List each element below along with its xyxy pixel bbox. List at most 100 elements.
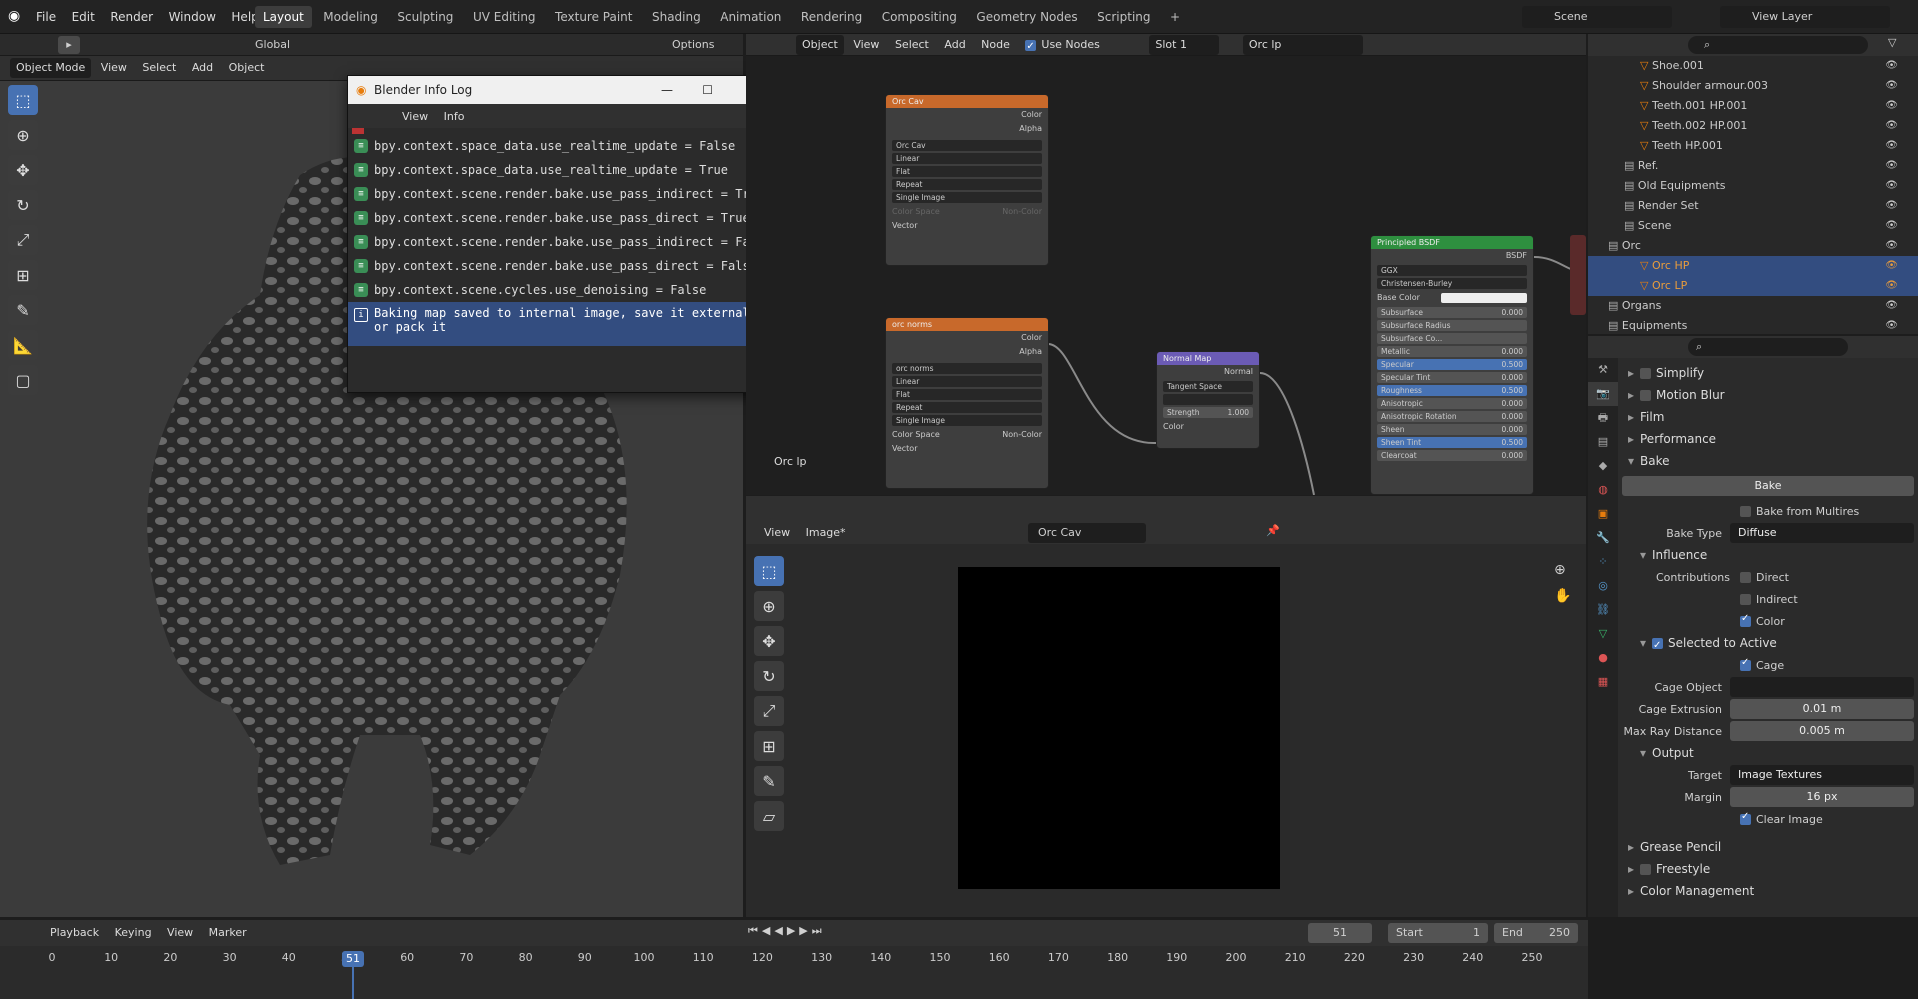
- outliner-item[interactable]: ▤ Organs 👁: [1588, 296, 1918, 316]
- timeline-menu-keying[interactable]: Keying: [109, 923, 158, 943]
- outliner-item[interactable]: ▽ Teeth.002 HP.001 👁: [1588, 116, 1918, 136]
- viewport-menu-view[interactable]: View: [95, 58, 133, 78]
- scale-icon[interactable]: ⤢: [8, 225, 38, 255]
- visibility-eye-icon[interactable]: 👁: [1885, 316, 1898, 336]
- tab-layout[interactable]: Layout: [255, 6, 312, 28]
- bake-from-multires-row[interactable]: Bake from Multires: [1622, 500, 1914, 522]
- annotate-icon[interactable]: ✎: [8, 295, 38, 325]
- object-tab-icon[interactable]: ▣: [1588, 502, 1618, 526]
- outliner[interactable]: ⌕ ▽ ▽ Shoe.001 👁 ▽ Shoulder armour.003 👁 ▽ T…: [1588, 34, 1918, 334]
- panel-motion-blur[interactable]: Motion Blur: [1622, 384, 1914, 406]
- space-dropdown[interactable]: Tangent Space: [1163, 381, 1253, 392]
- object-mode-dropdown[interactable]: Object Mode: [10, 58, 92, 78]
- add-workspace-button[interactable]: +: [1162, 6, 1188, 28]
- panel-influence[interactable]: Influence: [1634, 544, 1914, 566]
- outliner-item[interactable]: ▽ Orc HP 👁: [1588, 256, 1918, 276]
- data-tab-icon[interactable]: ▽: [1588, 622, 1618, 646]
- menu-edit[interactable]: Edit: [66, 0, 101, 34]
- transform-icon[interactable]: ⊞: [754, 731, 784, 761]
- target-dropdown[interactable]: Image Textures: [1730, 765, 1914, 785]
- log-row[interactable]: ≡ bpy.context.scene.render.bake.use_pass_…: [348, 254, 773, 278]
- clear-image-checkbox[interactable]: [1740, 811, 1751, 825]
- image-menu-image[interactable]: Image*: [800, 523, 852, 543]
- bsdf-row[interactable]: Subsurface Radius: [1377, 320, 1527, 331]
- bsdf-row[interactable]: Anisotropic 0.000: [1377, 398, 1527, 409]
- filter-icon[interactable]: ▽: [1888, 36, 1896, 49]
- visibility-eye-icon[interactable]: 👁: [1885, 236, 1898, 256]
- selected-to-active-checkbox[interactable]: [1652, 635, 1663, 657]
- add-cube-icon[interactable]: ▢: [8, 365, 38, 395]
- render-tab-icon[interactable]: 📷: [1588, 382, 1618, 406]
- strength-field[interactable]: Strength 1.000: [1163, 407, 1253, 418]
- panel-bake[interactable]: Bake: [1622, 450, 1914, 472]
- tool-tab-icon[interactable]: ⚒: [1588, 358, 1618, 382]
- viewport-menu-object[interactable]: Object: [223, 58, 271, 78]
- panel-selected-to-active[interactable]: Selected to Active: [1634, 632, 1914, 657]
- options-dropdown[interactable]: Options: [672, 35, 714, 55]
- indirect-checkbox[interactable]: [1740, 593, 1751, 605]
- blender-logo-icon[interactable]: ◉: [8, 8, 20, 24]
- panel-freestyle[interactable]: Freestyle: [1622, 858, 1914, 880]
- bake-type-dropdown[interactable]: Diffuse: [1730, 523, 1914, 543]
- tab-geometry-nodes[interactable]: Geometry Nodes: [968, 6, 1085, 28]
- node-menu-node[interactable]: Node: [975, 35, 1016, 55]
- move-icon[interactable]: ✥: [8, 155, 38, 185]
- hand-pan-icon[interactable]: ✋: [1554, 588, 1571, 604]
- tab-animation[interactable]: Animation: [712, 6, 789, 28]
- tab-scripting[interactable]: Scripting: [1089, 6, 1158, 28]
- panel-film[interactable]: Film: [1622, 406, 1914, 428]
- cage-object-field[interactable]: [1730, 677, 1914, 697]
- cursor-icon[interactable]: ⊕: [754, 591, 784, 621]
- motion-blur-checkbox[interactable]: [1640, 390, 1651, 401]
- outliner-item[interactable]: ▤ Scene 👁: [1588, 216, 1918, 236]
- node-menu-add[interactable]: Add: [938, 35, 971, 55]
- max-ray-field[interactable]: 0.005 m: [1730, 721, 1914, 741]
- panel-performance[interactable]: Performance: [1622, 428, 1914, 450]
- view-layer-tab-icon[interactable]: ▤: [1588, 430, 1618, 454]
- simplify-checkbox[interactable]: [1640, 368, 1651, 379]
- visibility-eye-icon[interactable]: 👁: [1885, 156, 1898, 176]
- annotate-icon[interactable]: ✎: [754, 766, 784, 796]
- orientation-dropdown[interactable]: Global: [255, 35, 290, 55]
- tab-rendering[interactable]: Rendering: [793, 6, 870, 28]
- uv-map-field[interactable]: [1163, 394, 1253, 405]
- world-tab-icon[interactable]: ◍: [1588, 478, 1618, 502]
- base-color-swatch[interactable]: [1441, 293, 1527, 303]
- visibility-eye-icon[interactable]: 👁: [1885, 296, 1898, 316]
- outliner-item[interactable]: ▤ Ref. 👁: [1588, 156, 1918, 176]
- tab-compositing[interactable]: Compositing: [874, 6, 965, 28]
- node-type-dropdown[interactable]: Object: [796, 35, 844, 55]
- outliner-item[interactable]: ▽ Shoe.001 👁: [1588, 56, 1918, 76]
- bsdf-row[interactable]: Roughness 0.500: [1377, 385, 1527, 396]
- outliner-item[interactable]: ▽ Orc LP 👁: [1588, 276, 1918, 296]
- visibility-eye-icon[interactable]: 👁: [1885, 256, 1898, 276]
- node-menu-view[interactable]: View: [847, 35, 885, 55]
- source-dropdown[interactable]: Single Image: [892, 415, 1042, 426]
- visibility-eye-icon[interactable]: 👁: [1885, 136, 1898, 156]
- outliner-item[interactable]: ▽ Teeth.001 HP.001 👁: [1588, 96, 1918, 116]
- modifier-tab-icon[interactable]: 🔧: [1588, 526, 1618, 550]
- end-frame-field[interactable]: End 250: [1494, 923, 1578, 943]
- bake-from-multires-checkbox[interactable]: [1740, 505, 1751, 517]
- physics-tab-icon[interactable]: ◎: [1588, 574, 1618, 598]
- visibility-eye-icon[interactable]: 👁: [1885, 216, 1898, 236]
- visibility-eye-icon[interactable]: 👁: [1885, 116, 1898, 136]
- material-output-node[interactable]: [1570, 235, 1586, 315]
- properties-search-input[interactable]: ⌕: [1688, 338, 1848, 356]
- rotate-icon[interactable]: ↻: [754, 661, 784, 691]
- properties-editor[interactable]: ⌕ ⚒ 📷 🖶 ▤ ◆ ◍ ▣ 🔧 ⁘ ◎ ⛓ ▽ ● ▦ Simplify M…: [1588, 336, 1918, 917]
- move-icon[interactable]: ✥: [754, 626, 784, 656]
- view-layer-selector[interactable]: View Layer: [1720, 6, 1890, 28]
- outliner-item[interactable]: ▤ Equipments 👁: [1588, 316, 1918, 336]
- timeline[interactable]: Playback Keying View Marker ⏮◀◀▶▶⏭ 51 St…: [0, 920, 1588, 999]
- info-menu-view[interactable]: View: [396, 107, 434, 127]
- pin-icon[interactable]: 📌: [1266, 524, 1280, 537]
- image-selector[interactable]: Orc Cav: [1028, 523, 1146, 543]
- direct-checkbox[interactable]: [1740, 571, 1751, 583]
- margin-field[interactable]: 16 px: [1730, 787, 1914, 807]
- node-editor[interactable]: Object View Select Add Node Use Nodes Sl…: [746, 34, 1586, 495]
- material-selector[interactable]: Orc lp: [1242, 35, 1363, 55]
- cursor-icon[interactable]: ⊕: [8, 120, 38, 150]
- select-tool-icon[interactable]: ▸: [58, 36, 80, 54]
- menu-render[interactable]: Render: [104, 0, 159, 34]
